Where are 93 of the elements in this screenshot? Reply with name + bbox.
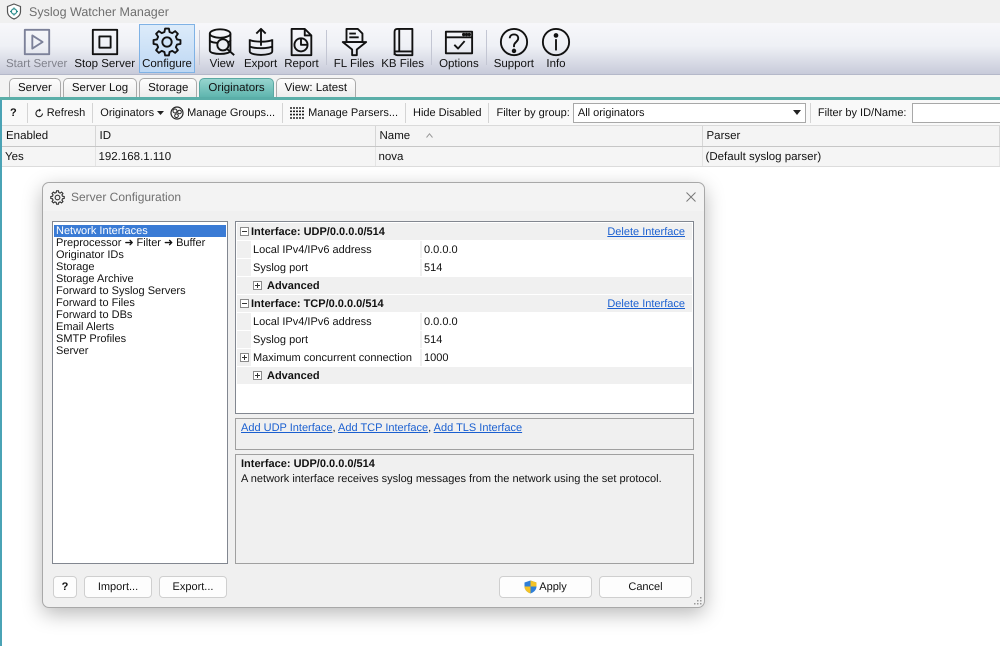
- dialog-title: Server Configuration: [71, 190, 182, 204]
- manage-groups-button[interactable]: Manage Groups...: [167, 102, 278, 124]
- column-header[interactable]: ID: [95, 126, 375, 146]
- column-header[interactable]: Enabled: [2, 126, 95, 146]
- expand-icon[interactable]: [240, 353, 248, 362]
- description-title: Interface: UDP/0.0.0.0/514: [241, 458, 376, 470]
- property-value[interactable]: 514: [422, 331, 692, 348]
- tab[interactable]: Storage: [139, 78, 198, 97]
- property-value[interactable]: 514: [422, 259, 692, 276]
- toolbar-button[interactable]: KB Files: [378, 24, 428, 73]
- settings-list-item[interactable]: Preprocessor ➜ Filter ➜ Buffer: [54, 237, 226, 249]
- settings-list-item[interactable]: Storage Archive: [54, 273, 226, 285]
- delete-interface-link[interactable]: Delete Interface: [607, 298, 685, 310]
- table-cell: Yes: [2, 146, 95, 166]
- table-cell: 192.168.1.110: [95, 146, 375, 166]
- delete-interface-link[interactable]: Delete Interface: [607, 226, 685, 238]
- add-interface-links: Add UDP Interface, Add TCP Interface, Add TLS Interface: [241, 422, 522, 434]
- toolbar-button[interactable]: Stop Server: [71, 24, 138, 73]
- tab[interactable]: Originators: [199, 78, 274, 97]
- circles-icon: [170, 106, 184, 120]
- table-cell: nova: [375, 146, 702, 166]
- list-icon: [290, 106, 306, 118]
- stop-icon: [90, 27, 120, 57]
- settings-list-item[interactable]: Storage: [54, 261, 226, 273]
- property-value[interactable]: 0.0.0.0: [422, 241, 692, 258]
- manage-parsers-button[interactable]: Manage Parsers...: [287, 102, 401, 124]
- toolbar-button[interactable]: Report: [281, 24, 322, 73]
- help-button[interactable]: ?: [53, 576, 77, 598]
- interface-heading: Interface: TCP/0.0.0.0/514: [251, 296, 385, 312]
- group-filter-dropdown[interactable]: All originators: [572, 102, 806, 122]
- gear-icon: [152, 27, 182, 57]
- column-header[interactable]: Name: [375, 126, 702, 146]
- property-label: Maximum concurrent connection: [251, 349, 420, 366]
- resize-grip-icon[interactable]: [694, 597, 702, 605]
- tab[interactable]: View: Latest: [276, 78, 356, 97]
- import-button[interactable]: Import...: [84, 576, 152, 598]
- description-text: A network interface receives syslog messages from the network using the set protocol.: [241, 473, 663, 485]
- collapse-icon[interactable]: [240, 227, 248, 236]
- add-interface-link[interactable]: Add TLS Interface: [434, 422, 522, 434]
- add-interface-link[interactable]: Add TCP Interface: [338, 422, 428, 434]
- collapse-icon[interactable]: [240, 299, 248, 308]
- shield-icon: [524, 580, 538, 594]
- settings-list-item[interactable]: Email Alerts: [54, 321, 226, 333]
- export-button[interactable]: Export...: [159, 576, 227, 598]
- settings-list-item[interactable]: Forward to Syslog Servers: [54, 285, 226, 297]
- settings-list-item[interactable]: SMTP Profiles: [54, 333, 226, 345]
- expand-icon[interactable]: [253, 281, 262, 290]
- gear-icon: [50, 190, 65, 204]
- settings-list-item[interactable]: Server: [54, 345, 226, 357]
- toolbar-button[interactable]: Info: [538, 24, 574, 73]
- info-icon: [540, 27, 571, 57]
- database-search-icon: [206, 27, 237, 57]
- toolbar-button[interactable]: Options: [436, 24, 482, 73]
- window-title: Syslog Watcher Manager: [29, 4, 169, 18]
- settings-list-item[interactable]: Originator IDs: [54, 249, 226, 261]
- property-label: Local IPv4/IPv6 address: [251, 241, 420, 258]
- property-value[interactable]: 1000: [422, 349, 692, 366]
- toolbar-button[interactable]: FL Files: [330, 24, 378, 73]
- group-label: Advanced: [267, 280, 320, 292]
- tab[interactable]: Server Log: [62, 78, 138, 97]
- settings-list-item[interactable]: Forward to DBs: [54, 309, 226, 321]
- refresh-icon: [34, 108, 44, 118]
- settings-list-item[interactable]: Forward to Files: [54, 297, 226, 309]
- group-label: Advanced: [267, 370, 320, 382]
- question-circle-icon: [498, 27, 529, 57]
- expand-icon[interactable]: [253, 371, 262, 380]
- property-label: Syslog port: [251, 331, 420, 348]
- property-label: Local IPv4/IPv6 address: [251, 313, 420, 330]
- close-icon[interactable]: [686, 192, 696, 202]
- dropdown-caret-icon: [792, 110, 801, 115]
- toolbar-button[interactable]: View: [204, 24, 240, 73]
- cancel-button[interactable]: Cancel: [599, 576, 692, 598]
- toolbar-button[interactable]: Export: [240, 24, 280, 73]
- refresh-button[interactable]: Refresh: [32, 102, 88, 124]
- filter-label: Filter by group:: [495, 106, 571, 118]
- property-label: Syslog port: [251, 259, 420, 276]
- apply-button[interactable]: Apply: [499, 576, 592, 598]
- shield-logo-icon: [6, 3, 22, 20]
- originators-menu-button[interactable]: Originators: [97, 102, 168, 124]
- add-interface-link[interactable]: Add UDP Interface: [241, 422, 333, 434]
- table-cell: (Default syslog parser): [702, 146, 1000, 166]
- column-header[interactable]: Parser: [702, 126, 1000, 146]
- interface-heading: Interface: UDP/0.0.0.0/514: [251, 224, 386, 240]
- id-filter-field[interactable]: [912, 102, 1000, 122]
- filter-label: Filter by ID/Name:: [816, 106, 908, 118]
- toolbar-button[interactable]: Configure: [139, 24, 195, 73]
- caret-icon: [157, 110, 164, 114]
- tab[interactable]: Server: [9, 78, 61, 97]
- toolbar-button[interactable]: Support: [490, 24, 537, 73]
- help-button[interactable]: ?: [4, 102, 23, 124]
- settings-list-item[interactable]: Network Interfaces: [54, 225, 226, 237]
- property-value[interactable]: 0.0.0.0: [422, 313, 692, 330]
- play-icon: [22, 27, 52, 57]
